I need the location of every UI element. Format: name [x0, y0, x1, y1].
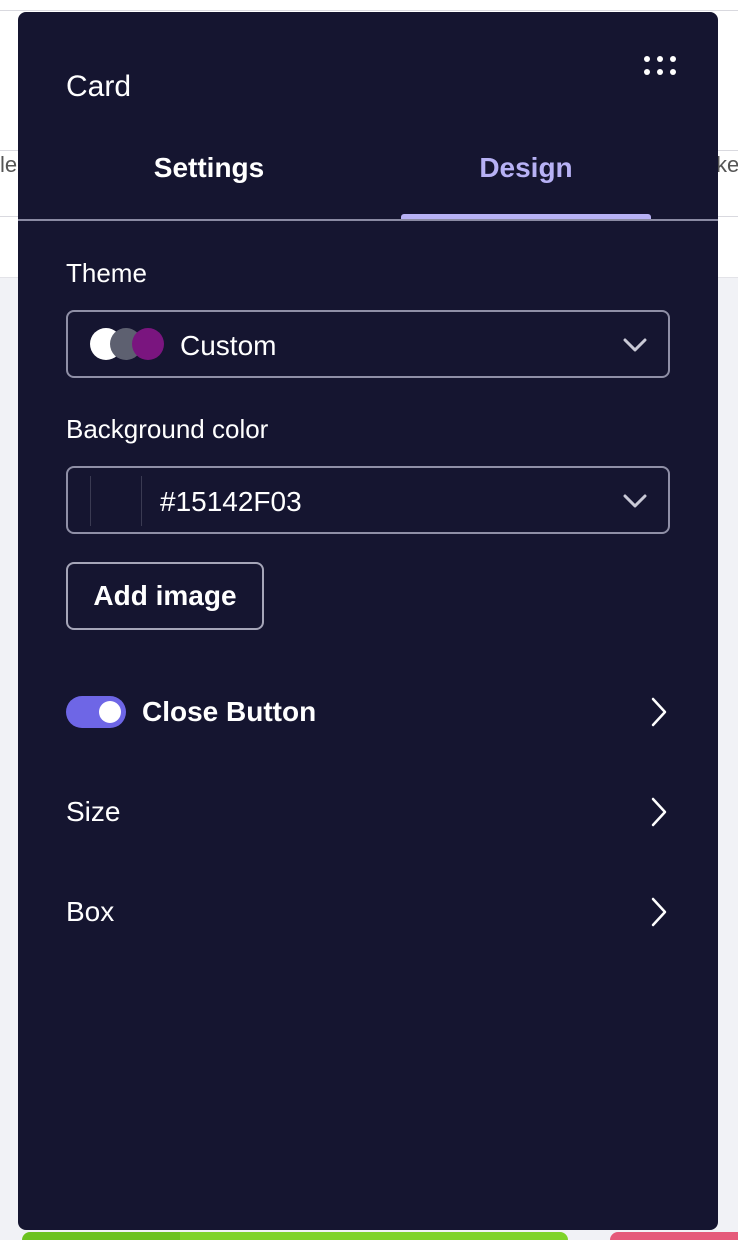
chevron-down-icon	[623, 338, 647, 352]
background-text-fragment: ke	[716, 152, 738, 177]
size-label: Size	[66, 796, 121, 827]
close-button-row[interactable]: Close Button	[66, 682, 670, 742]
background-text-fragment: le	[0, 152, 18, 177]
background-color-select[interactable]: #15142F03	[66, 466, 670, 534]
background-bar	[22, 1232, 182, 1240]
chevron-right-icon	[651, 897, 667, 927]
background-bar	[610, 1232, 738, 1240]
color-swatch	[90, 476, 142, 526]
card-settings-panel: Card Settings Design Theme Custom Backgr…	[18, 12, 718, 1230]
tab-settings[interactable]: Settings	[88, 150, 330, 220]
divider	[0, 10, 738, 11]
chevron-right-icon	[651, 797, 667, 827]
background-bar	[180, 1232, 568, 1240]
box-row[interactable]: Box	[66, 882, 670, 942]
theme-swatch-purple	[132, 328, 164, 360]
tab-design[interactable]: Design	[401, 150, 651, 220]
chevron-right-icon	[651, 697, 667, 727]
box-label: Box	[66, 896, 115, 927]
more-dots-icon[interactable]	[644, 56, 680, 82]
panel-title: Card	[66, 70, 132, 103]
add-image-button[interactable]: Add image	[66, 562, 264, 630]
theme-label: Theme	[66, 258, 147, 288]
size-row[interactable]: Size	[66, 782, 670, 842]
background-color-label: Background color	[66, 414, 269, 444]
tabs-divider	[18, 219, 718, 221]
background-color-value: #15142F03	[160, 486, 302, 517]
close-button-toggle[interactable]	[66, 696, 126, 728]
toggle-knob	[99, 701, 121, 723]
close-button-label: Close Button	[142, 696, 317, 727]
theme-value: Custom	[180, 330, 277, 361]
theme-select[interactable]: Custom	[66, 310, 670, 378]
chevron-down-icon	[623, 494, 647, 508]
